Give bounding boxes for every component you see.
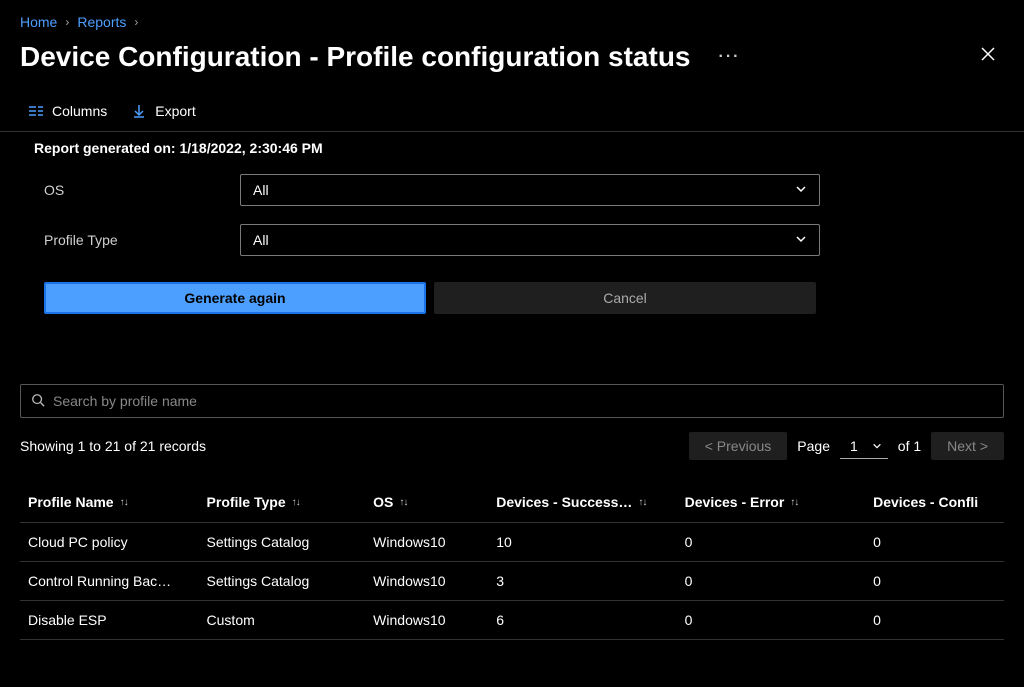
chevron-down-icon <box>795 232 807 248</box>
toolbar: Columns Export <box>0 95 1024 132</box>
os-label: OS <box>44 182 240 198</box>
table-row[interactable]: Control Running Bac… Settings Catalog Wi… <box>20 562 1004 601</box>
records-row: Showing 1 to 21 of 21 records < Previous… <box>0 418 1024 468</box>
profile-type-label: Profile Type <box>44 232 240 248</box>
cell-devices-success: 10 <box>488 534 676 550</box>
col-os[interactable]: OS ↑↓ <box>365 494 488 510</box>
columns-label: Columns <box>52 103 107 119</box>
search-input[interactable] <box>53 393 993 409</box>
os-value: All <box>253 182 269 198</box>
page-of-text: of 1 <box>898 438 921 454</box>
cell-devices-conflict: 0 <box>865 573 1004 589</box>
page-title-text: Device Configuration - Profile configura… <box>20 41 691 73</box>
sort-icon: ↑↓ <box>292 497 300 508</box>
col-profile-name-label: Profile Name <box>28 494 114 510</box>
records-count: Showing 1 to 21 of 21 records <box>20 438 206 454</box>
col-devices-conflict[interactable]: Devices - Confli <box>865 494 1004 510</box>
cell-devices-error: 0 <box>677 534 865 550</box>
table-header: Profile Name ↑↓ Profile Type ↑↓ OS ↑↓ De… <box>20 486 1004 523</box>
cell-profile-name: Cloud PC policy <box>20 534 199 550</box>
filter-row-profile-type: Profile Type All <box>44 224 1004 256</box>
cell-os: Windows10 <box>365 534 488 550</box>
sort-icon: ↑↓ <box>120 497 128 508</box>
col-devices-error[interactable]: Devices - Error ↑↓ <box>677 494 865 510</box>
table-row[interactable]: Disable ESP Custom Windows10 6 0 0 <box>20 601 1004 640</box>
col-devices-error-label: Devices - Error <box>685 494 785 510</box>
close-button[interactable] <box>972 38 1004 75</box>
results-table: Profile Name ↑↓ Profile Type ↑↓ OS ↑↓ De… <box>20 486 1004 640</box>
col-devices-success[interactable]: Devices - Success… ↑↓ <box>488 494 676 510</box>
report-generated-on: Report generated on: 1/18/2022, 2:30:46 … <box>0 132 1024 174</box>
cancel-button[interactable]: Cancel <box>434 282 816 314</box>
close-icon <box>980 46 996 66</box>
breadcrumb-reports[interactable]: Reports <box>77 14 126 30</box>
breadcrumb-home[interactable]: Home <box>20 14 57 30</box>
cell-devices-conflict: 0 <box>865 612 1004 628</box>
profile-type-value: All <box>253 232 269 248</box>
col-profile-name[interactable]: Profile Name ↑↓ <box>20 494 199 510</box>
next-button[interactable]: Next > <box>931 432 1004 460</box>
cell-devices-conflict: 0 <box>865 534 1004 550</box>
export-button[interactable]: Export <box>131 103 195 119</box>
columns-button[interactable]: Columns <box>28 103 107 119</box>
chevron-right-icon: › <box>134 15 138 29</box>
col-profile-type[interactable]: Profile Type ↑↓ <box>199 494 366 510</box>
breadcrumb: Home › Reports › <box>0 0 1024 38</box>
columns-icon <box>28 103 44 119</box>
cell-devices-error: 0 <box>677 612 865 628</box>
report-generated-value: 1/18/2022, 2:30:46 PM <box>179 140 322 156</box>
page-value: 1 <box>850 438 858 454</box>
page-select[interactable]: 1 <box>840 434 888 459</box>
cell-profile-name: Disable ESP <box>20 612 199 628</box>
previous-button[interactable]: < Previous <box>689 432 788 460</box>
cell-profile-type: Settings Catalog <box>199 534 366 550</box>
search-icon <box>31 393 45 410</box>
pager: < Previous Page 1 of 1 Next > <box>689 432 1004 460</box>
cell-os: Windows10 <box>365 573 488 589</box>
cell-profile-type: Settings Catalog <box>199 573 366 589</box>
cell-devices-success: 6 <box>488 612 676 628</box>
title-bar: Device Configuration - Profile configura… <box>0 38 1024 95</box>
generate-again-button[interactable]: Generate again <box>44 282 426 314</box>
action-buttons: Generate again Cancel <box>0 274 1024 314</box>
col-devices-success-label: Devices - Success… <box>496 494 632 510</box>
sort-icon: ↑↓ <box>638 497 646 508</box>
table-row[interactable]: Cloud PC policy Settings Catalog Windows… <box>20 523 1004 562</box>
page-title: Device Configuration - Profile configura… <box>20 41 972 73</box>
os-select[interactable]: All <box>240 174 820 206</box>
cell-profile-name: Control Running Bac… <box>20 573 199 589</box>
more-icon[interactable]: ··· <box>719 48 741 66</box>
sort-icon: ↑↓ <box>790 497 798 508</box>
cell-devices-error: 0 <box>677 573 865 589</box>
chevron-down-icon <box>795 182 807 198</box>
col-os-label: OS <box>373 494 393 510</box>
download-icon <box>131 103 147 119</box>
chevron-right-icon: › <box>65 15 69 29</box>
filters: OS All Profile Type All <box>0 174 1024 256</box>
filter-row-os: OS All <box>44 174 1004 206</box>
search-bar <box>20 384 1004 418</box>
col-devices-conflict-label: Devices - Confli <box>873 494 978 510</box>
chevron-down-icon <box>872 438 882 454</box>
cell-os: Windows10 <box>365 612 488 628</box>
page-label: Page <box>797 438 830 454</box>
profile-type-select[interactable]: All <box>240 224 820 256</box>
cell-profile-type: Custom <box>199 612 366 628</box>
export-label: Export <box>155 103 195 119</box>
col-profile-type-label: Profile Type <box>207 494 286 510</box>
sort-icon: ↑↓ <box>399 497 407 508</box>
cell-devices-success: 3 <box>488 573 676 589</box>
report-generated-label: Report generated on: <box>34 140 176 156</box>
